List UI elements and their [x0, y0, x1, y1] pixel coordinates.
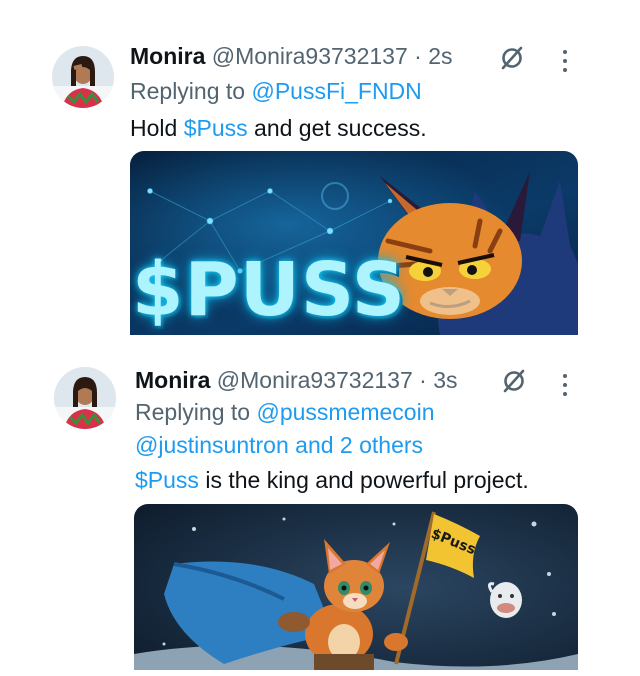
separator: ·: [419, 367, 427, 393]
replying-line: Replying to @pussmemecoin: [135, 398, 435, 426]
reply-others-link[interactable]: 2 others: [340, 432, 423, 458]
author-handle[interactable]: @Monira93732137: [217, 367, 413, 393]
more-vertical-icon[interactable]: [561, 374, 569, 400]
reply-mention-link[interactable]: @pussmemecoin: [256, 399, 434, 425]
reply-and[interactable]: and: [295, 432, 333, 458]
space-cat-art: [134, 504, 578, 670]
replying-prefix: Replying to: [135, 399, 251, 425]
tweet-2[interactable]: Monira @Monira93732137 · 3s Replying to …: [0, 0, 640, 676]
slashed-circle-icon[interactable]: [499, 366, 529, 396]
tweet-header: Monira @Monira93732137 · 3s: [135, 366, 458, 394]
reply-mention-link[interactable]: @justinsuntron: [135, 432, 289, 458]
cashtag-link[interactable]: $Puss: [135, 467, 199, 493]
avatar[interactable]: [54, 367, 116, 429]
tweet-media-image[interactable]: $Puss: [134, 504, 578, 670]
replying-line-2: @justinsuntron and 2 others: [135, 431, 423, 459]
avatar-image: [54, 367, 116, 429]
tweet-text: $Puss is the king and powerful project.: [135, 466, 529, 494]
text-segment: is the king and powerful project.: [198, 467, 529, 493]
author-name[interactable]: Monira: [135, 367, 210, 393]
timestamp[interactable]: 3s: [433, 367, 457, 393]
